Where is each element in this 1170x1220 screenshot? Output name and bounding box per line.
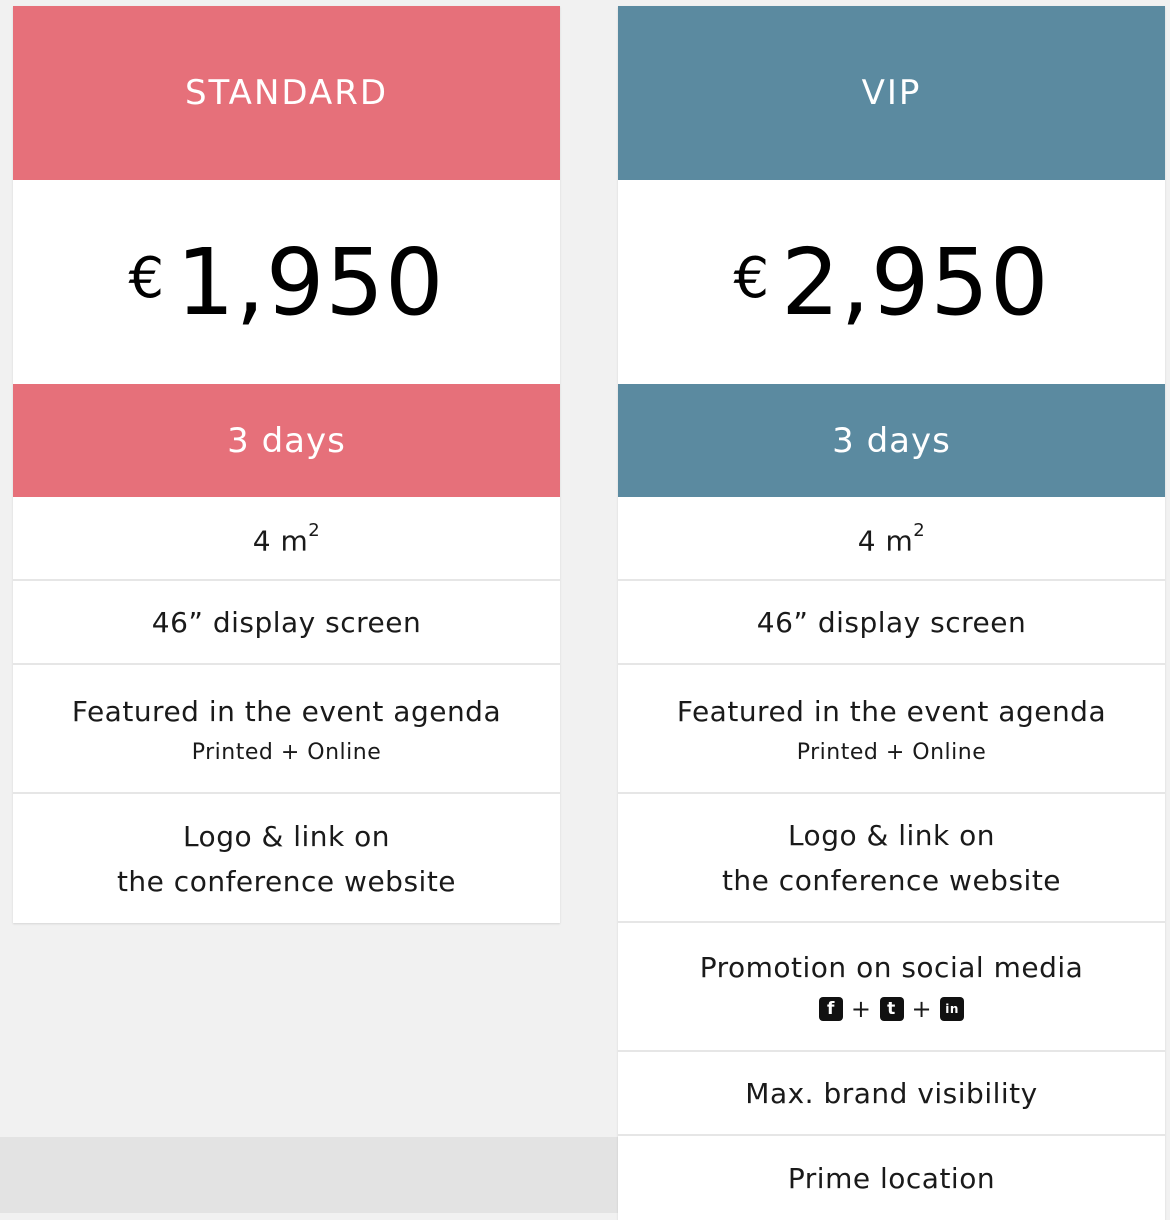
linkedin-icon: in [940, 997, 965, 1021]
price-amount: 2,950 [781, 228, 1050, 336]
feature-brand-visibility: Max. brand visibility [618, 1052, 1165, 1136]
feature-logo-link: Logo & link on the conference website [618, 794, 1165, 923]
price-amount: 1,950 [176, 228, 445, 336]
page-footer-band [0, 1137, 618, 1213]
logo-line-1: Logo & link on [182, 819, 391, 853]
plan-title: STANDARD [13, 6, 560, 180]
feature-event-agenda: Featured in the event agenda Printed + O… [618, 665, 1165, 794]
pricing-card-vip: VIP € 2,950 3 days 4 m2 46” display scre… [618, 6, 1165, 1220]
facebook-icon: f [818, 997, 843, 1021]
feature-logo-link: Logo & link on the conference website [13, 794, 560, 923]
feature-prime-location: Prime location [787, 1161, 996, 1195]
plus-separator: + [911, 994, 933, 1023]
agenda-subtitle: Printed + Online [796, 740, 987, 765]
plan-price: € 2,950 [618, 180, 1165, 384]
agenda-title: Featured in the event agenda [71, 695, 502, 728]
pricing-card-standard: STANDARD € 1,950 3 days 4 m2 46” display… [13, 6, 560, 923]
plan-duration: 3 days [13, 384, 560, 497]
feature-display-screen: 46” display screen [618, 581, 1165, 665]
feature-booth-size: 4 m2 [618, 497, 1165, 581]
currency-symbol: € [128, 245, 165, 311]
feature-social-promotion: Promotion on social media f + t + in [618, 923, 1165, 1052]
logo-line-2: the conference website [116, 864, 457, 898]
plan-price: € 1,950 [13, 180, 560, 384]
feature-booth-size: 4 m2 [13, 497, 560, 581]
booth-size-unit-exponent: 2 [913, 520, 926, 542]
social-icons-row: f + t + in [818, 990, 965, 1028]
tumblr-icon: t [879, 997, 904, 1021]
logo-line-1: Logo & link on [787, 818, 996, 852]
plan-title: VIP [618, 6, 1165, 180]
agenda-subtitle: Printed + Online [191, 740, 382, 765]
feature-display-screen: 46” display screen [13, 581, 560, 665]
feature-event-agenda: Featured in the event agenda Printed + O… [13, 665, 560, 794]
booth-size-unit-exponent: 2 [308, 520, 321, 542]
social-title: Promotion on social media [699, 951, 1084, 984]
booth-size-value: 4 m [857, 524, 914, 558]
agenda-title: Featured in the event agenda [676, 695, 1107, 728]
logo-line-2: the conference website [721, 863, 1062, 897]
plan-duration: 3 days [618, 384, 1165, 497]
booth-size-value: 4 m [252, 524, 309, 558]
currency-symbol: € [733, 245, 770, 311]
plus-separator: + [850, 994, 872, 1023]
